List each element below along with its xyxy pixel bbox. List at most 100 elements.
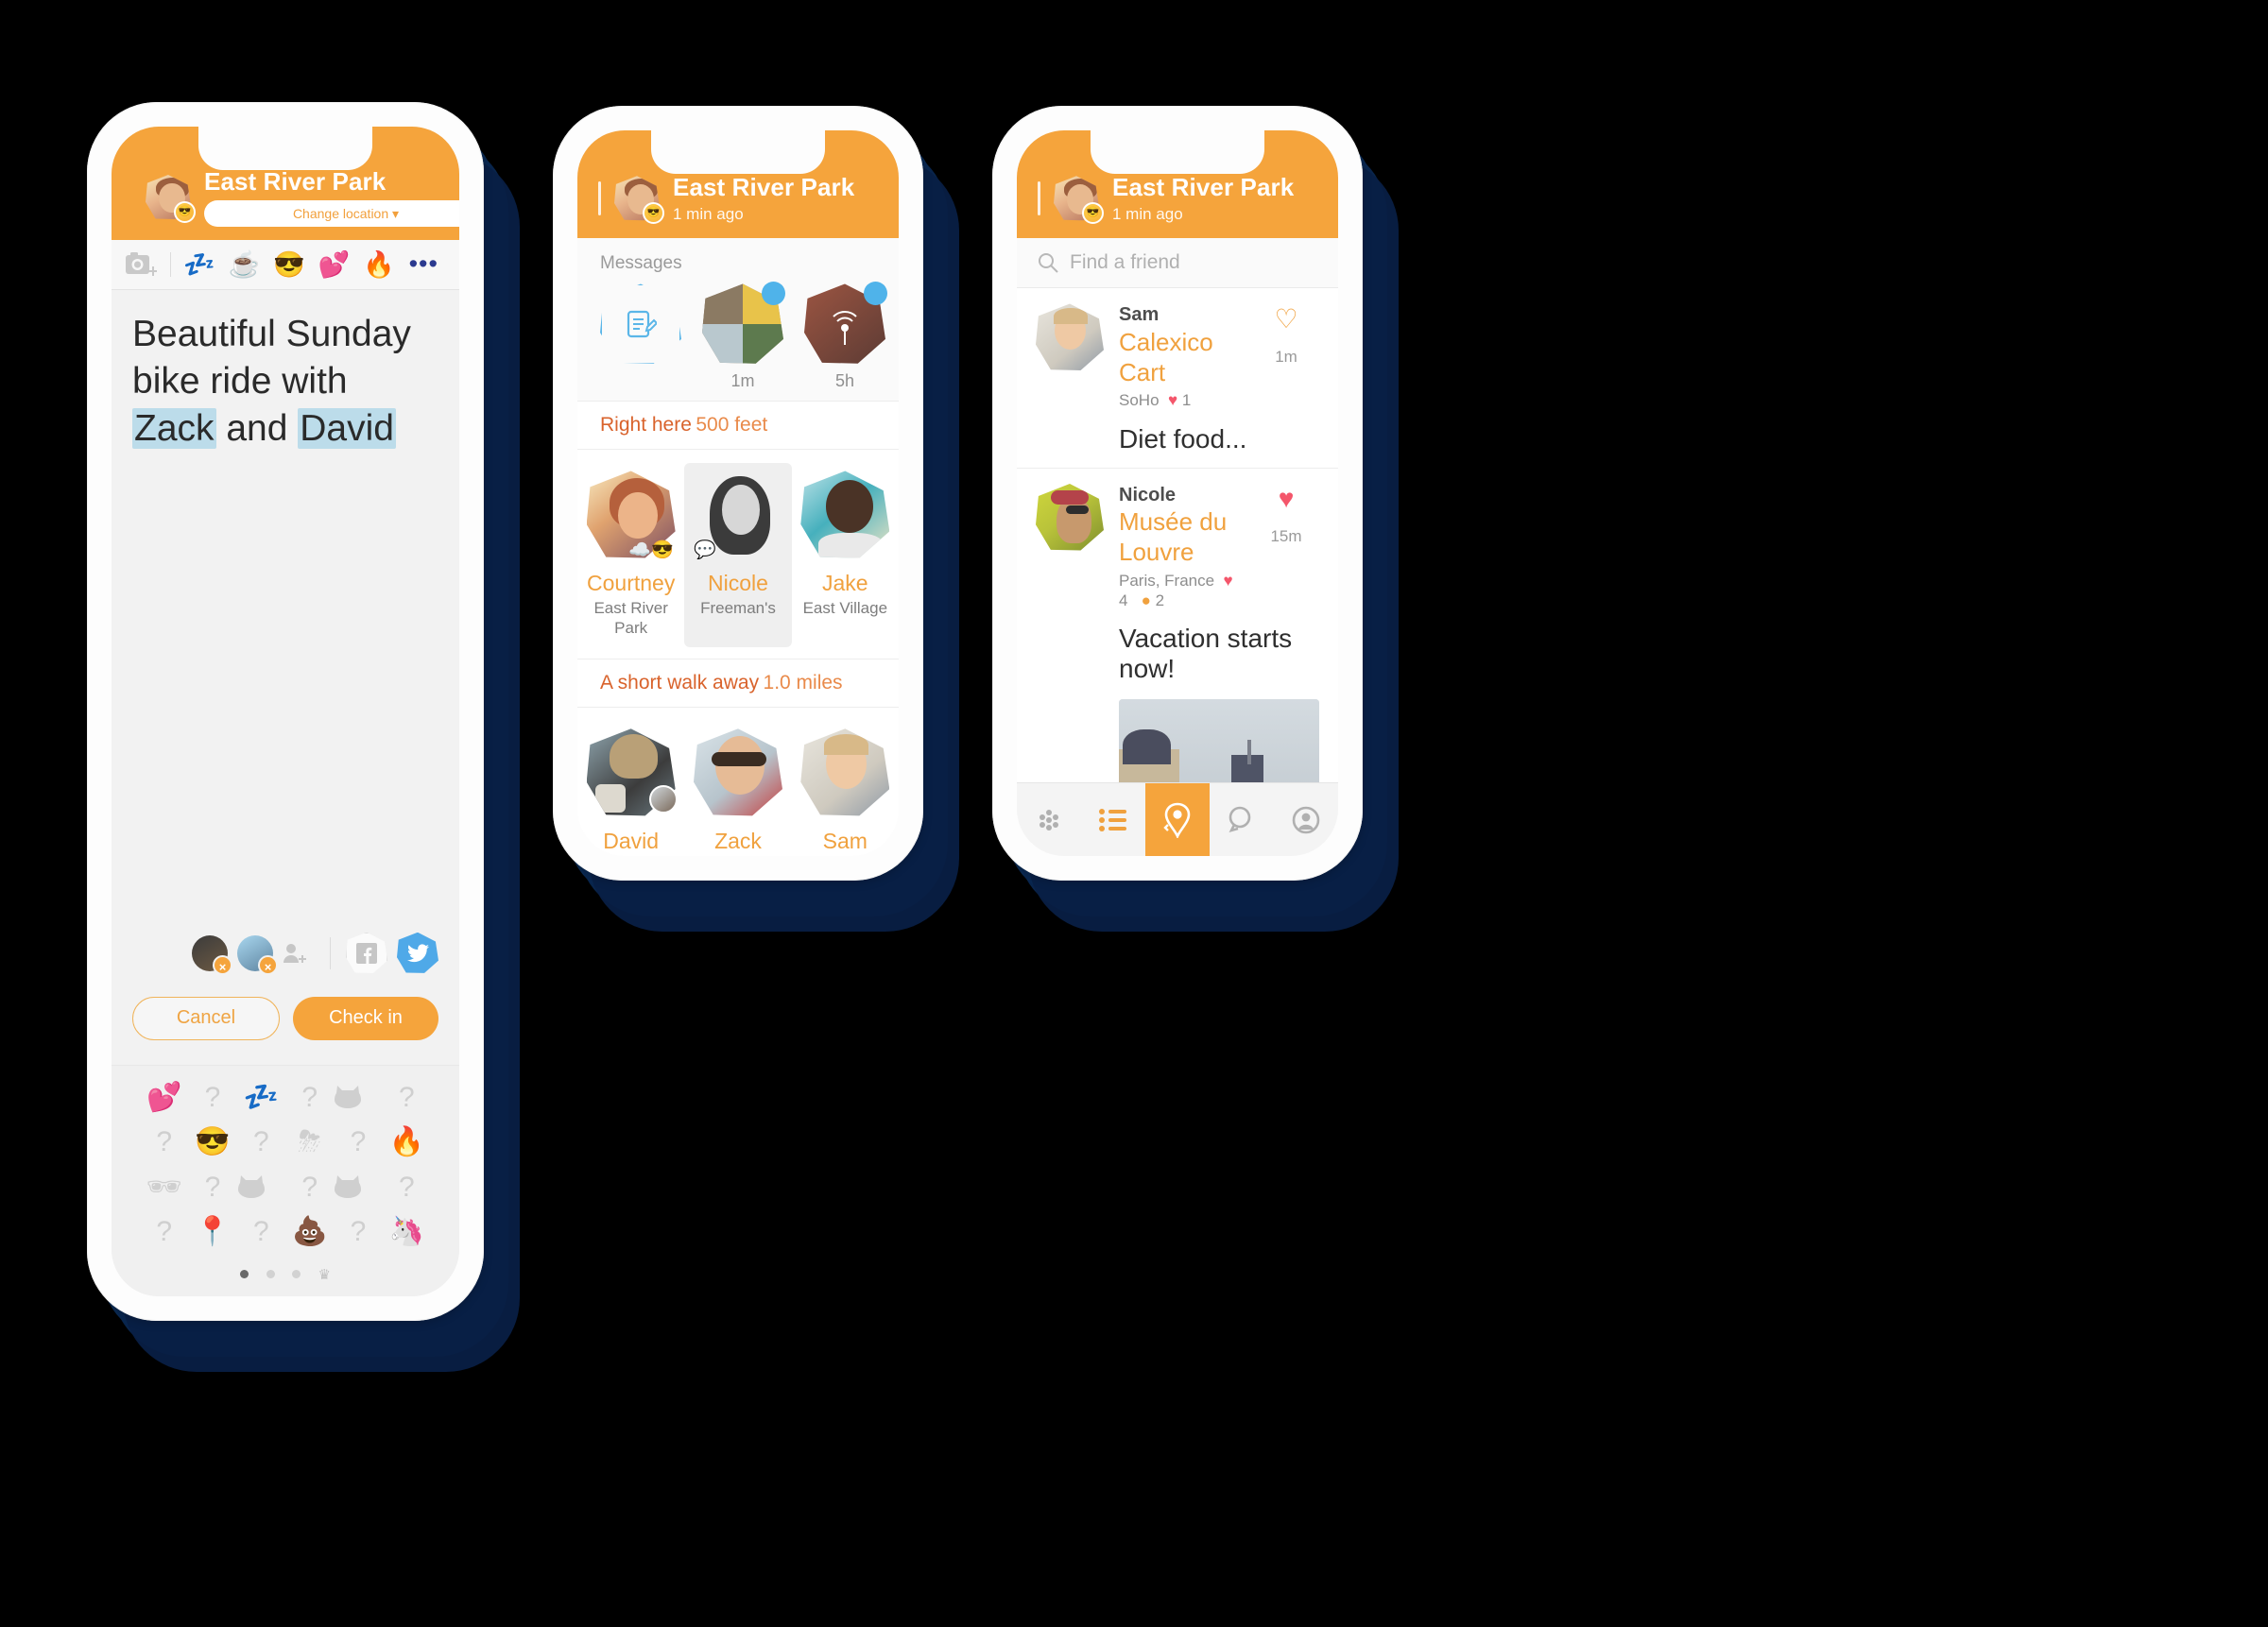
sticker-cell[interactable]: ?: [188, 1083, 236, 1113]
tab-grid[interactable]: [1017, 783, 1081, 856]
sticker-cell[interactable]: ?: [383, 1083, 431, 1113]
remove-friend-icon[interactable]: ×: [213, 954, 232, 975]
feed-list: Sam Calexico Cart SoHo ♥ 1 ♡ 1m Diet foo…: [1017, 288, 1338, 782]
pager-dot[interactable]: [266, 1270, 275, 1279]
user-avatar[interactable]: 😎: [1054, 176, 1104, 225]
post-username: Sam: [1119, 304, 1160, 326]
post-place: Calexico Cart: [1119, 327, 1213, 386]
tab-profile[interactable]: [1274, 783, 1338, 856]
sticker-cell[interactable]: 💩: [285, 1217, 334, 1247]
sticker-cell[interactable]: 🦄: [383, 1217, 431, 1247]
sticker-cell[interactable]: ?: [285, 1173, 334, 1203]
compose-icon: [600, 283, 681, 364]
user-avatar[interactable]: 😎: [146, 174, 196, 223]
sticker-cell-locked-cat[interactable]: [237, 1173, 285, 1203]
person-card-sam[interactable]: Sam Calexico: [792, 721, 899, 856]
tagged-friend-chip[interactable]: ×: [237, 934, 278, 975]
phone-3: 😎 East River Park 1 min ago Find a frien…: [992, 106, 1399, 932]
tagged-friend-chip[interactable]: ×: [192, 934, 232, 975]
screenshot-stage: 😎 East River Park Change location ▾ 💤 ☕ …: [0, 0, 2268, 1627]
sticker-cell[interactable]: ?: [334, 1217, 382, 1247]
sticker-cell[interactable]: 💤: [237, 1083, 285, 1113]
person-place: East Village: [802, 599, 888, 618]
sticker-cell[interactable]: ?: [237, 1127, 285, 1157]
crown-icon[interactable]: ♛: [318, 1266, 330, 1283]
chevron-down-icon: ▾: [392, 205, 400, 221]
facebook-share-button[interactable]: [346, 932, 387, 973]
tab-location[interactable]: [1145, 783, 1210, 856]
sticker-cell[interactable]: ?: [334, 1127, 382, 1157]
sticker-cell[interactable]: ?: [285, 1083, 334, 1113]
speech-bubble-icon: 💬: [693, 540, 716, 561]
like-button[interactable]: ♥: [1253, 484, 1319, 514]
person-name: Jake: [822, 571, 868, 596]
sticker-cell[interactable]: ⛈: [285, 1127, 334, 1157]
post-avatar[interactable]: [1036, 303, 1104, 371]
person-card-zack[interactable]: Zack Happy Bones: [684, 721, 791, 856]
compose-text[interactable]: Beautiful Sunday bike ride with Zack and…: [132, 311, 438, 453]
person-card-nicole[interactable]: 💬 Nicole Freeman's: [684, 463, 792, 648]
sticker-cell[interactable]: ?: [383, 1173, 431, 1203]
like-button[interactable]: ♡: [1253, 303, 1319, 334]
search-input[interactable]: Find a friend: [1070, 251, 1180, 274]
feed-post-sam[interactable]: Sam Calexico Cart SoHo ♥ 1 ♡ 1m Diet foo…: [1017, 288, 1338, 469]
post-avatar[interactable]: [1036, 484, 1104, 552]
change-location-button[interactable]: Change location ▾: [204, 199, 459, 227]
mood-emoji-0[interactable]: 💤: [177, 249, 222, 280]
mood-emoji-1[interactable]: ☕: [222, 249, 267, 280]
mood-emoji-3[interactable]: 💕: [312, 249, 357, 280]
sticker-cell[interactable]: ?: [237, 1217, 285, 1247]
person-mood-badges: ☁️ 😎: [628, 539, 673, 561]
people-row-walk: David Happy Bones Zack Happy Bones: [577, 708, 899, 856]
sticker-cell-locked-cat[interactable]: [334, 1083, 382, 1113]
post-neighborhood: SoHo: [1119, 391, 1160, 410]
louvre-pyramid-photo[interactable]: [1119, 699, 1319, 782]
post-time: 15m: [1270, 527, 1302, 545]
add-person-icon[interactable]: [283, 943, 315, 964]
twitter-share-button[interactable]: [397, 932, 438, 973]
pager-dot[interactable]: [292, 1270, 301, 1279]
more-moods-icon[interactable]: •••: [402, 249, 447, 279]
sticker-cell[interactable]: 💕: [140, 1083, 188, 1113]
compose-text-middle: and: [215, 407, 299, 449]
camera-add-icon[interactable]: [125, 251, 168, 277]
compose-area[interactable]: Beautiful Sunday bike ride with Zack and…: [112, 289, 459, 1065]
pager-dot-active[interactable]: [240, 1270, 249, 1279]
message-thread-broadcast[interactable]: 5h: [804, 282, 887, 391]
post-username: Nicole: [1119, 485, 1177, 505]
tab-list[interactable]: [1081, 783, 1145, 856]
phone-2: 😎 East River Park 1 min ago Messages 1m …: [553, 106, 959, 932]
post-meta: Paris, France ♥ 4 ● 2: [1119, 572, 1238, 610]
sticker-cell[interactable]: 😎: [188, 1127, 236, 1157]
heart-icon: ♥: [1218, 571, 1233, 590]
person-place: East River Park: [593, 599, 668, 637]
user-avatar[interactable]: 😎: [614, 176, 664, 225]
friend-tag-zack[interactable]: Zack: [132, 407, 216, 449]
mood-emoji-4[interactable]: 🔥: [356, 249, 402, 280]
compose-message-button[interactable]: [600, 283, 681, 371]
sticker-cell[interactable]: 🕶: [140, 1173, 188, 1203]
post-body: Vacation starts now!: [1119, 624, 1293, 684]
sticker-cell[interactable]: 🔥: [383, 1127, 431, 1157]
mood-emoji-2[interactable]: 😎: [266, 249, 312, 280]
tab-search[interactable]: [1210, 783, 1274, 856]
search-bar[interactable]: Find a friend: [1017, 238, 1338, 289]
person-card-jake[interactable]: Jake East Village: [792, 463, 899, 647]
friend-tag-david[interactable]: David: [298, 407, 396, 449]
message-thread-group[interactable]: 1m: [702, 282, 785, 391]
location-title: East River Park: [204, 167, 387, 196]
sticker-cell[interactable]: ?: [140, 1127, 188, 1157]
section-label: A short walk away: [600, 672, 760, 694]
person-card-courtney[interactable]: ☁️ 😎 Courtney East River Park: [577, 463, 684, 647]
feed-post-nicole[interactable]: Nicole Musée du Louvre Paris, France ♥ 4…: [1017, 469, 1338, 782]
remove-friend-icon[interactable]: ×: [258, 954, 278, 975]
section-distance: 1.0 miles: [763, 672, 843, 694]
sticker-cell[interactable]: ?: [188, 1173, 236, 1203]
message-threads-row: 1m 5h: [577, 282, 899, 402]
person-card-david[interactable]: David Happy Bones: [577, 721, 684, 856]
check-in-button[interactable]: Check in: [293, 996, 438, 1040]
sticker-cell-locked-cat[interactable]: [334, 1173, 382, 1203]
sticker-cell[interactable]: 📍: [188, 1217, 236, 1247]
cancel-button[interactable]: Cancel: [132, 996, 280, 1040]
sticker-cell[interactable]: ?: [140, 1217, 188, 1247]
